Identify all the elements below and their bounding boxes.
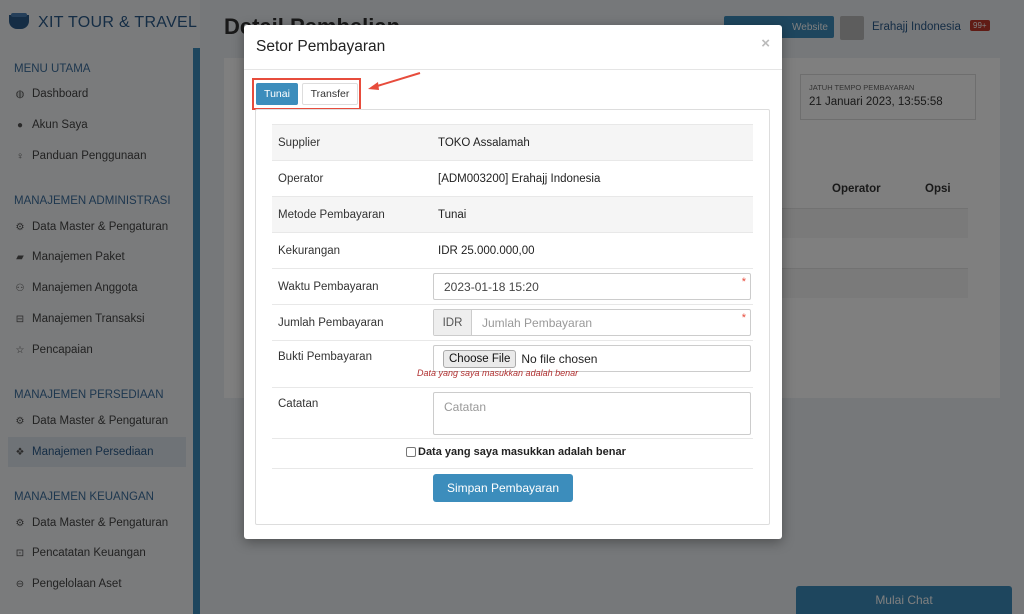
catatan-label: Catatan bbox=[278, 398, 319, 410]
close-icon[interactable]: × bbox=[761, 35, 770, 52]
bukti-label: Bukti Pembayaran bbox=[278, 351, 372, 363]
waktu-label: Waktu Pembayaran bbox=[278, 280, 379, 293]
file-status: No file chosen bbox=[521, 351, 598, 366]
row-waktu: Waktu Pembayaran 2023-01-18 15:20 * bbox=[272, 268, 753, 304]
payment-modal: Setor Pembayaran × Tunai Transfer Suppli… bbox=[244, 25, 782, 539]
supplier-label: Supplier bbox=[278, 136, 321, 149]
kekurangan-value: IDR 25.000.000,00 bbox=[438, 244, 535, 257]
confirm-label: Data yang saya masukkan adalah benar bbox=[418, 446, 626, 458]
payment-form: Supplier TOKO Assalamah Operator [ADM003… bbox=[255, 109, 770, 525]
jumlah-input[interactable]: IDR Jumlah Pembayaran * bbox=[433, 309, 751, 336]
currency-addon: IDR bbox=[434, 310, 472, 335]
metode-value: Tunai bbox=[438, 208, 467, 221]
bukti-help-text: Data yang saya masukkan adalah benar bbox=[417, 368, 579, 378]
catatan-placeholder: Catatan bbox=[444, 400, 487, 414]
choose-file-button[interactable]: Choose File bbox=[443, 349, 517, 368]
submit-payment-button[interactable]: Simpan Pembayaran bbox=[433, 474, 573, 502]
tab-tunai[interactable]: Tunai bbox=[256, 83, 298, 105]
required-mark: * bbox=[741, 276, 746, 288]
required-mark: * bbox=[741, 312, 746, 324]
confirm-checkbox-row[interactable]: Data yang saya masukkan adalah benar bbox=[406, 446, 626, 458]
row-operator: Operator [ADM003200] Erahajj Indonesia bbox=[272, 160, 753, 196]
confirm-checkbox[interactable] bbox=[406, 447, 416, 457]
row-catatan: Catatan Catatan bbox=[272, 387, 753, 439]
catatan-textarea[interactable]: Catatan bbox=[433, 392, 751, 435]
jumlah-label: Jumlah Pembayaran bbox=[278, 316, 384, 329]
metode-label: Metode Pembayaran bbox=[278, 208, 385, 221]
modal-header: Setor Pembayaran bbox=[244, 25, 782, 70]
divider bbox=[272, 468, 753, 469]
operator-value: [ADM003200] Erahajj Indonesia bbox=[438, 172, 601, 185]
row-kekurangan: Kekurangan IDR 25.000.000,00 bbox=[272, 232, 753, 268]
row-jumlah: Jumlah Pembayaran IDR Jumlah Pembayaran … bbox=[272, 304, 753, 340]
waktu-input[interactable]: 2023-01-18 15:20 * bbox=[433, 273, 751, 300]
tab-transfer[interactable]: Transfer bbox=[302, 83, 358, 105]
row-bukti: Bukti Pembayaran Choose File No file cho… bbox=[272, 340, 753, 392]
kekurangan-label: Kekurangan bbox=[278, 244, 341, 257]
row-supplier: Supplier TOKO Assalamah bbox=[272, 124, 753, 160]
modal-title: Setor Pembayaran bbox=[256, 38, 386, 55]
annotation-arrow-icon bbox=[368, 72, 421, 90]
jumlah-placeholder: Jumlah Pembayaran bbox=[482, 315, 593, 330]
supplier-value: TOKO Assalamah bbox=[438, 136, 530, 149]
row-metode: Metode Pembayaran Tunai bbox=[272, 196, 753, 232]
waktu-value: 2023-01-18 15:20 bbox=[444, 279, 539, 294]
operator-label: Operator bbox=[278, 172, 324, 185]
